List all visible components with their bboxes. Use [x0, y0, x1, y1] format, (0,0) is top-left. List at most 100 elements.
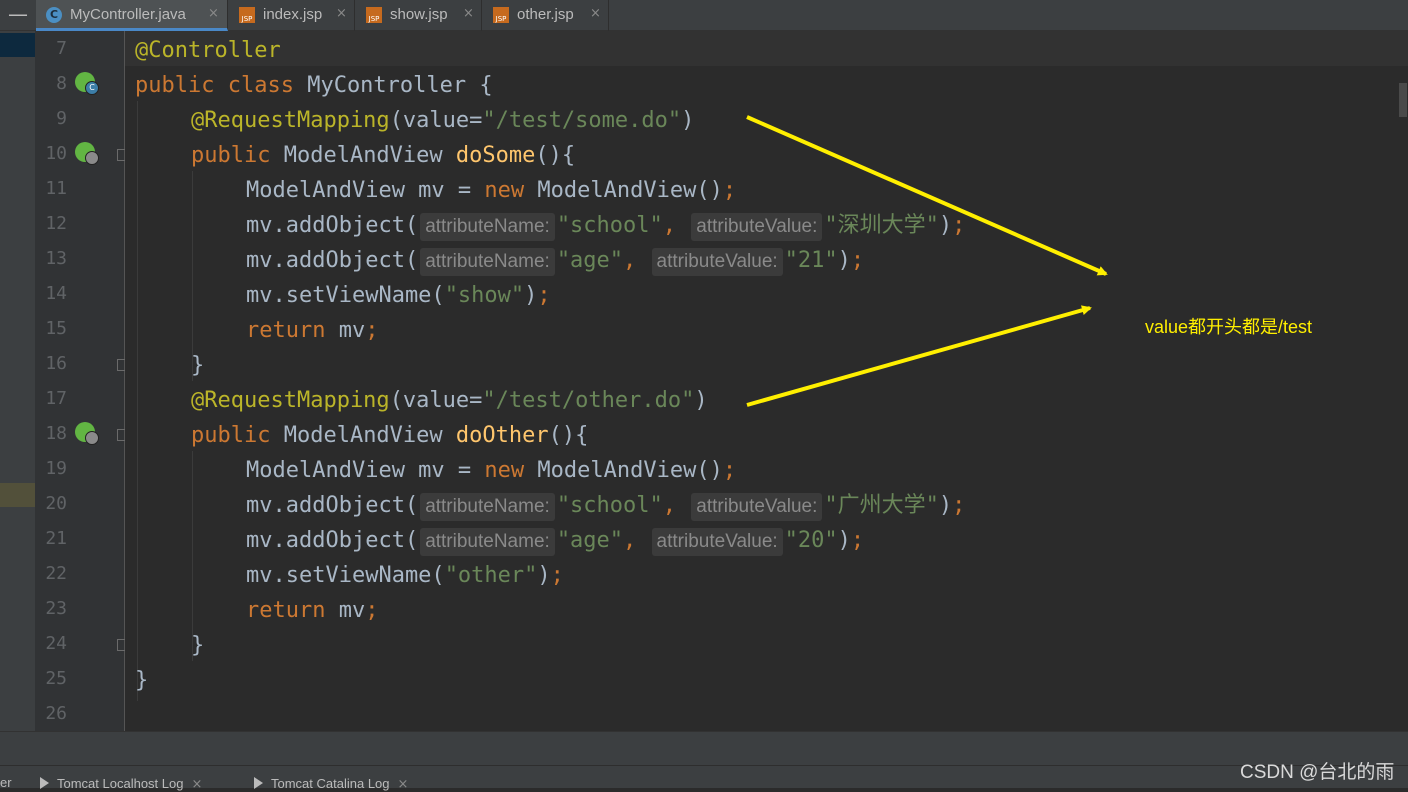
tab-label: show.jsp [390, 6, 448, 23]
close-icon[interactable]: × [208, 6, 219, 21]
tab-index-jsp[interactable]: JSP index.jsp × [229, 0, 355, 31]
code-line-11: ModelAndView mv = new ModelAndView(); [246, 173, 736, 208]
indent-guide [137, 101, 138, 701]
web-globe-icon [85, 151, 99, 165]
code-token: ) [681, 108, 695, 133]
class-badge-icon: C [85, 81, 99, 95]
log-icon [40, 777, 49, 789]
semicolon-token: ; [850, 248, 865, 273]
code-line-7: @Controller [135, 33, 281, 68]
code-line-14: mv.setViewName("show"); [246, 278, 551, 313]
code-token: ) [938, 213, 953, 238]
watermark: CSDN @台北的雨 [1240, 762, 1395, 783]
parameter-hint: attributeValue: [651, 528, 783, 556]
line-number: 23 [45, 598, 67, 619]
vertical-scrollbar-thumb[interactable] [1399, 83, 1407, 117]
code-line-20: mv.addObject(attributeName: "school", att… [246, 488, 965, 523]
minimize-icon[interactable]: — [0, 0, 36, 31]
line-number: 13 [45, 248, 67, 269]
code-token: (){ [548, 423, 589, 448]
bottom-tab-tomcat-localhost-log[interactable]: Tomcat Localhost Log × [40, 776, 202, 792]
parameter-hint: attributeName: [420, 248, 555, 276]
line-number: 8 [56, 73, 67, 94]
code-token: mv.setViewName( [246, 283, 445, 308]
tab-other-jsp[interactable]: JSP other.jsp × [483, 0, 609, 31]
log-icon [254, 777, 263, 789]
code-token: ) [694, 388, 708, 413]
line-number: 25 [45, 668, 67, 689]
string-token: "20" [784, 528, 838, 553]
jsp-file-icon: JSP [366, 7, 382, 23]
spring-bean-icon[interactable]: C [75, 72, 99, 95]
code-token: } [191, 633, 205, 658]
close-icon[interactable]: × [463, 6, 474, 21]
keyword-token: public [191, 143, 284, 168]
annotation-token: @RequestMapping [191, 388, 390, 413]
highlighted-project-row[interactable] [0, 483, 35, 507]
code-token: ) [837, 528, 851, 553]
semicolon-token: ; [722, 458, 737, 483]
keyword-token: return [246, 318, 339, 343]
method-name-token: doOther [455, 423, 549, 448]
caret-row-highlight [125, 31, 1408, 66]
tab-label: MyController.java [70, 6, 186, 23]
spring-mapping-icon[interactable] [75, 422, 99, 445]
close-icon[interactable]: × [398, 777, 409, 792]
close-icon[interactable]: × [590, 6, 601, 21]
code-token: ) [537, 563, 551, 588]
code-token: mv [338, 318, 366, 343]
spring-mapping-icon[interactable] [75, 142, 99, 165]
code-token: ModelAndView mv = [246, 178, 485, 203]
code-token: mv.addObject( [246, 213, 419, 238]
code-token: ModelAndView [283, 143, 456, 168]
line-number: 14 [45, 283, 67, 304]
string-token: "/test/some.do" [482, 108, 682, 133]
code-token: MyController { [307, 73, 493, 98]
bottom-tab-label: Tomcat Localhost Log [57, 776, 184, 791]
code-line-25: } [135, 663, 148, 698]
code-editor[interactable]: @Controller public class MyController { … [125, 31, 1408, 731]
line-number: 15 [45, 318, 67, 339]
string-token: "show" [444, 283, 525, 308]
selected-project-row[interactable] [0, 33, 35, 57]
java-class-icon: C [46, 7, 62, 23]
semicolon-token: ; [365, 318, 379, 343]
line-number: 22 [45, 563, 67, 584]
string-token: "school" [556, 213, 663, 238]
project-panel-edge [0, 31, 35, 731]
editor-tab-bar: — C MyController.java × JSP index.jsp × … [0, 0, 1408, 31]
tab-label: index.jsp [263, 6, 323, 23]
line-number: 16 [45, 353, 67, 374]
code-token: mv.addObject( [246, 528, 419, 553]
code-line-23: return mv; [246, 593, 378, 628]
tab-mycontroller-java[interactable]: C MyController.java × [36, 0, 228, 31]
close-icon[interactable]: × [191, 777, 202, 792]
code-line-24: } [191, 628, 204, 663]
code-token: ) [524, 283, 538, 308]
code-token: ModelAndView() [537, 178, 723, 203]
tab-label: other.jsp [517, 6, 574, 23]
line-number: 24 [45, 633, 67, 654]
line-number: 17 [45, 388, 67, 409]
line-number: 9 [56, 108, 67, 129]
keyword-token: class [227, 73, 308, 98]
line-number: 19 [45, 458, 67, 479]
semicolon-token: ; [952, 493, 966, 518]
line-number: 10 [45, 143, 67, 164]
close-icon[interactable]: × [336, 6, 347, 21]
annotation-note: value都开头都是/test [1145, 317, 1313, 337]
method-name-token: doSome [455, 143, 536, 168]
line-number: 26 [45, 703, 67, 724]
tab-show-jsp[interactable]: JSP show.jsp × [356, 0, 482, 31]
semicolon-token: ; [365, 598, 379, 623]
code-line-18: public ModelAndView doOther(){ [191, 418, 588, 453]
string-token: "other" [444, 563, 538, 588]
keyword-token: new [484, 178, 538, 203]
bottom-tab-tomcat-catalina-log[interactable]: Tomcat Catalina Log × [254, 776, 408, 792]
line-number: 20 [45, 493, 67, 514]
parameter-hint: attributeValue: [691, 493, 823, 521]
string-token: "school" [556, 493, 663, 518]
code-token: ) [938, 493, 953, 518]
horizontal-scroll-area[interactable] [0, 731, 1408, 765]
web-globe-icon [85, 431, 99, 445]
